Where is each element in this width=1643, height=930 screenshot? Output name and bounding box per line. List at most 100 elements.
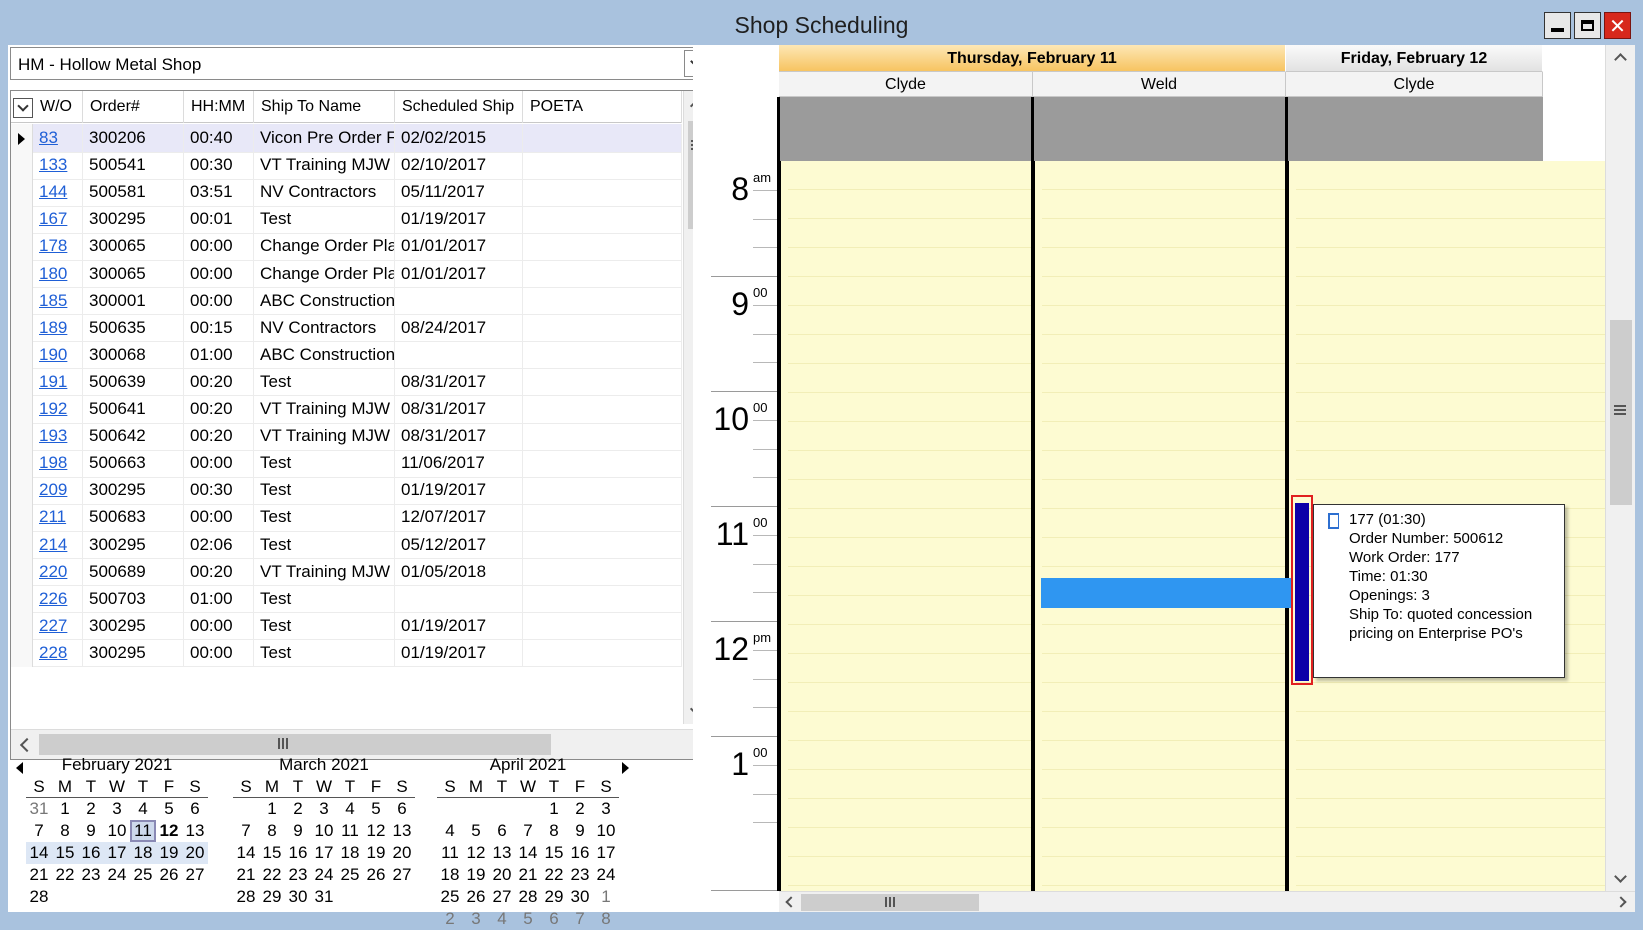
calendar-day[interactable]: 25 <box>437 886 463 908</box>
calendar-day[interactable]: 5 <box>156 798 182 820</box>
cell-wo[interactable]: 192 <box>33 395 83 423</box>
table-row[interactable]: 192 500641 00:20 VT Training MJW 08/31/2017 <box>11 395 682 424</box>
calendar-day[interactable]: 4 <box>437 820 463 842</box>
calendar-day[interactable]: 5 <box>363 798 389 820</box>
minimize-button[interactable] <box>1544 12 1571 39</box>
appointment-weld[interactable] <box>1041 578 1293 608</box>
calendar-day[interactable]: 3 <box>104 798 130 820</box>
calendar-day[interactable]: 18 <box>437 864 463 886</box>
calendar-day[interactable]: 14 <box>515 842 541 864</box>
day-header-thursday[interactable]: Thursday, February 11 <box>779 45 1286 72</box>
cell-wo[interactable]: 211 <box>33 503 83 532</box>
calendar-day[interactable]: 9 <box>567 820 593 842</box>
calendar-day[interactable]: 2 <box>567 798 593 820</box>
cell-wo[interactable]: 83 <box>33 124 83 152</box>
calendar-day[interactable]: 2 <box>78 798 104 820</box>
row-header[interactable] <box>11 313 33 342</box>
calendar-day[interactable]: 6 <box>489 820 515 842</box>
calendar-day[interactable]: 29 <box>259 886 285 908</box>
calendar-day[interactable]: 8 <box>541 820 567 842</box>
calendar-day[interactable]: 16 <box>567 842 593 864</box>
calendar-day[interactable]: 10 <box>593 820 619 842</box>
schedule-column-thu-clyde[interactable] <box>779 161 1033 891</box>
scheduler-vertical-scrollbar[interactable] <box>1605 45 1635 891</box>
close-button[interactable]: ✕ <box>1604 12 1631 39</box>
row-header[interactable] <box>11 476 33 505</box>
cell-wo[interactable]: 209 <box>33 476 83 505</box>
calendar-day[interactable]: 28 <box>26 886 52 908</box>
column-header-ship-to[interactable]: Ship To Name <box>254 91 395 123</box>
row-header[interactable] <box>11 584 33 613</box>
cell-wo[interactable]: 198 <box>33 449 83 478</box>
calendar-day[interactable]: 17 <box>593 842 619 864</box>
table-row[interactable]: 228 300295 00:00 Test 01/19/2017 <box>11 638 682 668</box>
row-header[interactable] <box>11 395 33 423</box>
calendar-day[interactable]: 10 <box>311 820 337 842</box>
row-header[interactable] <box>11 286 33 315</box>
row-header[interactable] <box>11 367 33 396</box>
calendar-day[interactable]: 13 <box>489 842 515 864</box>
cell-wo[interactable]: 228 <box>33 638 83 667</box>
calendar-day[interactable]: 7 <box>515 820 541 842</box>
table-row[interactable]: 185 300001 00:00 ABC Construction <box>11 286 682 316</box>
calendar-day[interactable]: 9 <box>78 820 104 842</box>
row-header[interactable] <box>11 530 33 559</box>
calendar-day[interactable]: 6 <box>389 798 415 820</box>
cell-wo[interactable]: 133 <box>33 151 83 180</box>
calendar-next-month-button[interactable] <box>622 762 629 774</box>
calendar-day[interactable]: 15 <box>259 842 285 864</box>
column-chooser-button[interactable] <box>13 98 33 118</box>
row-header[interactable] <box>11 557 33 586</box>
calendar-day[interactable]: 27 <box>389 864 415 886</box>
calendar-day[interactable]: 22 <box>52 864 78 886</box>
calendar-day[interactable]: 12 <box>463 842 489 864</box>
calendar-day[interactable]: 1 <box>541 798 567 820</box>
calendar-day[interactable]: 26 <box>463 886 489 908</box>
calendar-day[interactable]: 28 <box>233 886 259 908</box>
calendar-day[interactable]: 18 <box>337 842 363 864</box>
calendar-day[interactable]: 13 <box>389 820 415 842</box>
calendar-day[interactable]: 24 <box>593 864 619 886</box>
calendar-day[interactable]: 26 <box>363 864 389 886</box>
calendar-day[interactable]: 19 <box>156 842 182 864</box>
table-row[interactable]: 193 500642 00:20 VT Training MJW 08/31/2017 <box>11 422 682 451</box>
calendar-day[interactable]: 6 <box>182 798 208 820</box>
calendar-day[interactable]: 22 <box>259 864 285 886</box>
table-row[interactable]: 189 500635 00:15 NV Contractors 08/24/2017 <box>11 313 682 343</box>
table-row[interactable]: 227 300295 00:00 Test 01/19/2017 <box>11 611 682 641</box>
row-header[interactable] <box>11 151 33 180</box>
calendar-day[interactable]: 12 <box>363 820 389 842</box>
calendar-day[interactable]: 27 <box>489 886 515 908</box>
row-header[interactable] <box>11 611 33 640</box>
table-row[interactable]: 209 300295 00:30 Test 01/19/2017 <box>11 476 682 505</box>
table-row[interactable]: 211 500683 00:00 Test 12/07/2017 <box>11 503 682 532</box>
calendar-day[interactable]: 5 <box>463 820 489 842</box>
table-row[interactable]: 83 300206 00:40 Vicon Pre Order F 02/02/2015 <box>11 124 682 153</box>
table-row[interactable]: 226 500703 01:00 Test <box>11 584 682 614</box>
calendar-day[interactable]: 18 <box>130 842 156 864</box>
scroll-down-icon[interactable] <box>1614 870 1627 883</box>
calendar-day[interactable]: 10 <box>104 820 130 842</box>
calendar-day[interactable]: 7 <box>233 820 259 842</box>
cell-wo[interactable]: 214 <box>33 530 83 559</box>
table-row[interactable]: 167 300295 00:01 Test 01/19/2017 <box>11 205 682 234</box>
cell-wo[interactable]: 220 <box>33 557 83 586</box>
row-header[interactable] <box>11 638 33 667</box>
row-header[interactable] <box>11 178 33 207</box>
calendar-day[interactable]: 20 <box>389 842 415 864</box>
calendar-day[interactable]: 16 <box>78 842 104 864</box>
calendar-day[interactable]: 20 <box>182 842 208 864</box>
row-header[interactable] <box>11 340 33 369</box>
calendar-day[interactable]: 5 <box>515 908 541 930</box>
calendar-day[interactable]: 23 <box>78 864 104 886</box>
row-header[interactable] <box>11 449 33 478</box>
calendar-day[interactable]: 12 <box>156 820 182 842</box>
calendar-day[interactable]: 23 <box>285 864 311 886</box>
calendar-day[interactable]: 15 <box>52 842 78 864</box>
calendar-day[interactable]: 11 <box>437 842 463 864</box>
calendar-day[interactable]: 17 <box>311 842 337 864</box>
calendar-day[interactable]: 3 <box>463 908 489 930</box>
row-header[interactable] <box>11 503 33 532</box>
calendar-day[interactable]: 21 <box>515 864 541 886</box>
column-header-order[interactable]: Order# <box>83 91 184 123</box>
